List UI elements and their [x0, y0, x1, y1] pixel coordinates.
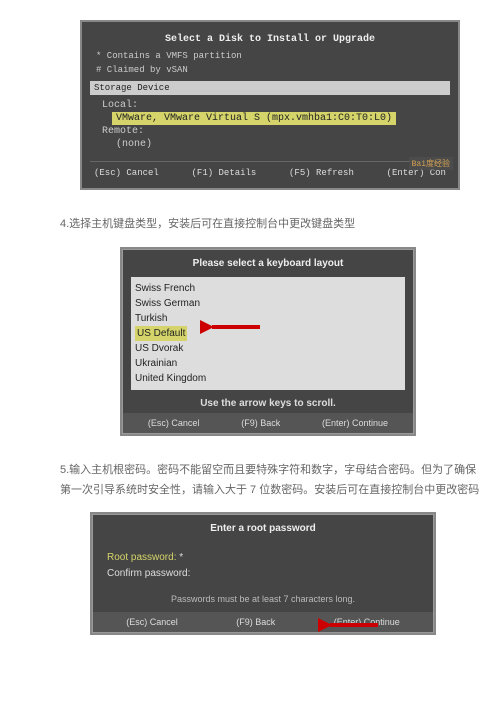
esc-cancel[interactable]: (Esc) Cancel — [94, 168, 159, 178]
disk-dialog-frame: Select a Disk to Install or Upgrade * Co… — [80, 20, 460, 190]
local-disk-item[interactable]: VMware, VMware Virtual S (mpx.vmhba1:C0:… — [112, 112, 396, 125]
root-password-input[interactable]: * — [179, 552, 183, 563]
disk-footer: (Esc) Cancel (F1) Details (F5) Refresh (… — [90, 161, 450, 180]
step4-caption: 4.选择主机键盘类型，安装后可在直接控制台中更改键盘类型 — [60, 215, 480, 235]
f1-details[interactable]: (F1) Details — [192, 168, 257, 178]
vmfs-note: * Contains a VMFS partition — [90, 49, 450, 63]
watermark-badge: Bai度经验 — [409, 157, 453, 170]
step5-caption: 5.输入主机根密码。密码不能留空而且要特殊字符和数字，字母结合密码。但为了确保第… — [60, 461, 480, 501]
kb-item-us-dvorak[interactable]: US Dvorak — [135, 341, 401, 356]
keyboard-list[interactable]: Swiss French Swiss German Turkish US Def… — [131, 277, 405, 390]
password-footer: (Esc) Cancel (F9) Back (Enter) Continue — [93, 612, 433, 632]
kb-item-uk[interactable]: United Kingdom — [135, 371, 401, 386]
keyboard-dialog-title: Please select a keyboard layout — [123, 250, 413, 277]
kb-item-turkish[interactable]: Turkish — [135, 311, 401, 326]
pw-f9-back[interactable]: (F9) Back — [236, 617, 275, 627]
section-password: Enter a root password Root password: * C… — [20, 512, 480, 635]
password-hint: Passwords must be at least 7 characters … — [93, 590, 433, 612]
confirm-password-label: Confirm password: — [107, 568, 190, 579]
section-disk-select: Select a Disk to Install or Upgrade * Co… — [20, 20, 480, 190]
kb-item-us-default[interactable]: US Default — [135, 326, 187, 341]
keyboard-footer: (Esc) Cancel (F9) Back (Enter) Continue — [123, 413, 413, 433]
keyboard-scroll-hint: Use the arrow keys to scroll. — [123, 390, 413, 413]
password-dialog-frame: Enter a root password Root password: * C… — [90, 512, 436, 635]
f5-refresh[interactable]: (F5) Refresh — [289, 168, 354, 178]
local-label: Local: — [98, 99, 442, 112]
kb-f9-back[interactable]: (F9) Back — [241, 418, 280, 428]
kb-item-swiss-german[interactable]: Swiss German — [135, 296, 401, 311]
password-dialog-title: Enter a root password — [93, 515, 433, 542]
pw-esc-cancel[interactable]: (Esc) Cancel — [126, 617, 178, 627]
kb-item-ukrainian[interactable]: Ukrainian — [135, 356, 401, 371]
remote-label: Remote: — [98, 125, 442, 138]
storage-device-list: Local: VMware, VMware Virtual S (mpx.vmh… — [90, 95, 450, 155]
kb-esc-cancel[interactable]: (Esc) Cancel — [148, 418, 200, 428]
pw-enter-continue[interactable]: (Enter) Continue — [334, 617, 400, 627]
vsan-note: # Claimed by vSAN — [90, 63, 450, 77]
section-keyboard: Please select a keyboard layout Swiss Fr… — [20, 247, 480, 436]
kb-item-swiss-french[interactable]: Swiss French — [135, 281, 401, 296]
remote-none: (none) — [112, 138, 442, 151]
kb-enter-continue[interactable]: (Enter) Continue — [322, 418, 388, 428]
root-password-row: Root password: * — [107, 550, 419, 566]
keyboard-dialog-frame: Please select a keyboard layout Swiss Fr… — [120, 247, 416, 436]
root-password-label: Root password: — [107, 552, 176, 563]
storage-device-header: Storage Device — [90, 81, 450, 95]
disk-dialog-title: Select a Disk to Install or Upgrade — [90, 30, 450, 49]
confirm-password-row: Confirm password: — [107, 566, 419, 582]
